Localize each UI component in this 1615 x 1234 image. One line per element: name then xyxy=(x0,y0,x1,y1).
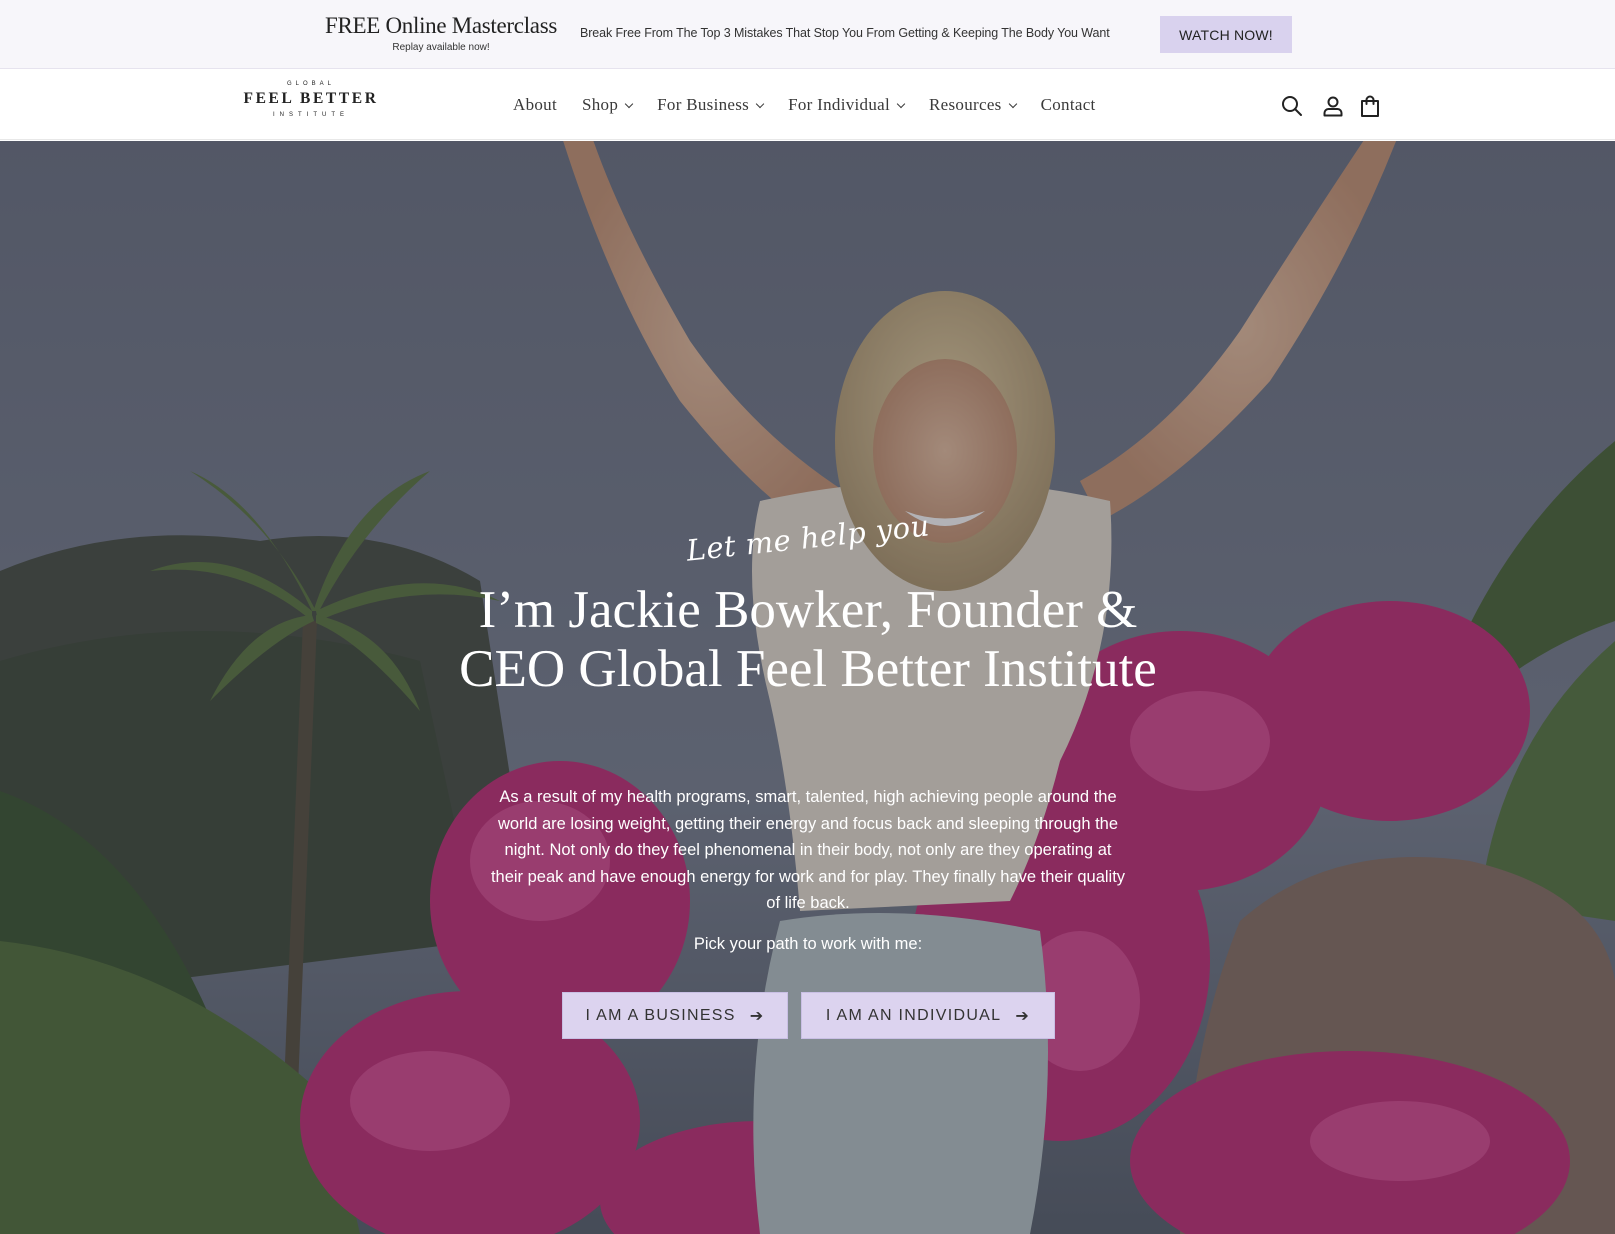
promo-title: FREE Online Masterclass xyxy=(324,13,557,38)
promo-text: Break Free From The Top 3 Mistakes That … xyxy=(580,26,1110,40)
account-icon[interactable] xyxy=(1321,94,1345,118)
logo-bottom-text: INSTITUTE xyxy=(273,112,349,118)
nav-item-label: For Individual xyxy=(788,95,891,114)
promo-bar: FREE Online Masterclass Replay available… xyxy=(0,0,1615,69)
chevron-down-icon xyxy=(624,99,634,108)
hero-title: I’m Jackie Bowker, Founder & CEO Global … xyxy=(459,581,1157,698)
search-icon[interactable] xyxy=(1280,94,1304,118)
arrow-right-icon: ➔ xyxy=(749,1007,765,1025)
chevron-down-icon xyxy=(1008,99,1017,108)
nav-item-resources[interactable]: Resources xyxy=(929,95,1017,115)
site-header: GLOBAL FEEL BETTER INSTITUTE About Shop … xyxy=(0,70,1615,140)
nav-item-for-business[interactable]: For Business xyxy=(657,95,765,115)
hero-path-prompt: Pick your path to work with me: xyxy=(693,935,923,953)
button-label: I AM AN INDIVIDUAL xyxy=(825,1006,1002,1024)
site-logo[interactable]: GLOBAL FEEL BETTER INSTITUTE xyxy=(232,80,390,130)
main-nav: About Shop For Business For Individual R… xyxy=(513,70,1121,140)
watch-now-button[interactable]: WATCH NOW! xyxy=(1160,16,1292,53)
nav-item-label: Resources xyxy=(929,95,1002,114)
nav-item-label: Shop xyxy=(582,95,619,114)
hero-section: Let me help you I’m Jackie Bowker, Found… xyxy=(0,141,1615,1234)
logo-main-text: FEEL BETTER xyxy=(243,90,379,107)
chevron-down-icon xyxy=(755,99,765,108)
nav-item-for-individual[interactable]: For Individual xyxy=(788,95,906,115)
hero-description: As a result of my health programs, smart… xyxy=(490,788,1126,912)
arrow-right-icon: ➔ xyxy=(1015,1007,1031,1025)
cart-icon[interactable] xyxy=(1358,94,1382,118)
chevron-down-icon xyxy=(896,99,906,108)
i-am-a-business-button[interactable]: I AM A BUSINESS ➔ xyxy=(562,992,788,1039)
button-label: I AM A BUSINESS xyxy=(585,1006,736,1024)
nav-item-label: For Business xyxy=(657,95,750,114)
promo-subtitle: Replay available now! xyxy=(392,42,490,53)
nav-item-label: About xyxy=(513,95,557,114)
nav-item-about[interactable]: About xyxy=(513,95,557,115)
nav-item-shop[interactable]: Shop xyxy=(582,95,634,115)
i-am-an-individual-button[interactable]: I AM AN INDIVIDUAL ➔ xyxy=(801,992,1055,1039)
nav-item-label: Contact xyxy=(1040,95,1096,114)
logo-top-text: GLOBAL xyxy=(286,81,335,87)
nav-item-contact[interactable]: Contact xyxy=(1041,95,1096,115)
